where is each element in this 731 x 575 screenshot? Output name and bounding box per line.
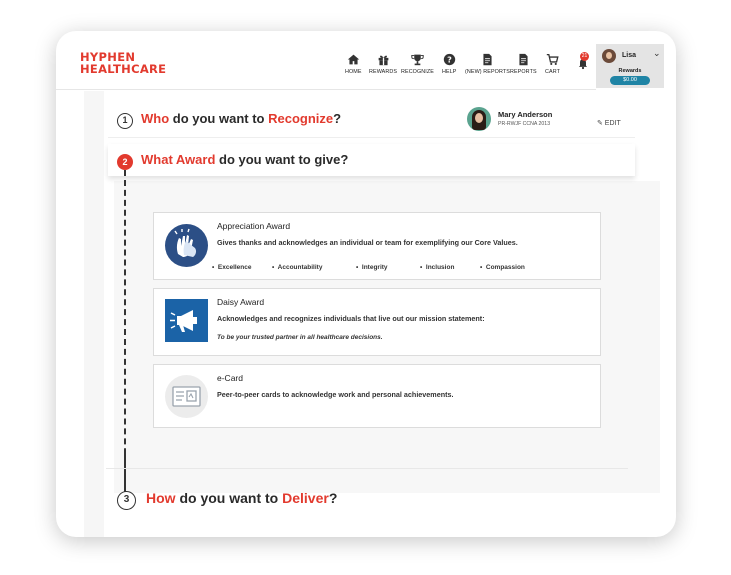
mission-statement: To be your trusted partner in all health…: [217, 334, 383, 341]
user-name: Lisa: [622, 52, 637, 59]
core-value: • Integrity: [356, 264, 388, 271]
recipient-name: Mary Anderson: [498, 110, 553, 119]
award-title: Appreciation Award: [217, 221, 291, 231]
progress-connector: [124, 170, 126, 494]
rewards-balance[interactable]: $0.00: [610, 76, 650, 85]
core-value: • Accountability: [272, 264, 323, 271]
document-icon: [519, 53, 528, 66]
step-3-title[interactable]: How do you want to Deliver?: [146, 490, 337, 506]
step-3-indicator: 3: [117, 491, 136, 510]
step-1-title[interactable]: Who do you want to Recognize?: [141, 111, 341, 126]
help-icon: ?: [443, 53, 455, 66]
award-title: Daisy Award: [217, 297, 265, 307]
rewards-label: Rewards: [618, 68, 642, 74]
notification-badge: 21: [580, 52, 589, 61]
nav-cart[interactable]: CART: [545, 53, 560, 85]
chevron-down-icon[interactable]: ⌄: [653, 48, 661, 59]
recipient-avatar: [467, 107, 491, 131]
left-gutter: [84, 91, 104, 537]
award-card-ecard[interactable]: e-Card Peer-to-peer cards to acknowledge…: [153, 364, 601, 428]
hands-clap-icon: [165, 224, 208, 267]
avatar: [602, 49, 616, 63]
nav-recognize[interactable]: RECOGNIZE: [401, 53, 434, 85]
award-card-daisy[interactable]: Daisy Award Acknowledges and recognizes …: [153, 288, 601, 356]
core-values-list: • Excellence • Accountability • Integrit…: [212, 264, 550, 271]
recipient-subtitle: PR-RWJF CCNA 2013: [498, 121, 551, 127]
edit-recipient-link[interactable]: ✎ EDIT: [597, 119, 621, 127]
nav-help[interactable]: ? HELP: [442, 53, 456, 85]
step-2-indicator: 2: [117, 154, 133, 170]
core-value: • Inclusion: [420, 264, 455, 271]
trophy-icon: [411, 54, 424, 66]
progress-connector-end: [124, 453, 126, 495]
award-title: e-Card: [217, 373, 243, 383]
top-navigation-bar: HYPHEN HEALTHCARE HOME REWARDS RECOGNIZE…: [56, 31, 676, 89]
core-value: • Excellence: [212, 264, 252, 271]
home-icon: [347, 54, 359, 65]
section-divider: [106, 468, 628, 469]
award-description: Gives thanks and acknowledges an individ…: [217, 238, 518, 247]
brand-logo[interactable]: HYPHEN HEALTHCARE: [80, 51, 166, 75]
app-card: HYPHEN HEALTHCARE HOME REWARDS RECOGNIZE…: [56, 31, 676, 537]
nav-rewards[interactable]: REWARDS: [369, 53, 397, 85]
document-icon: [483, 53, 492, 66]
svg-text:?: ?: [447, 54, 452, 64]
award-description: Acknowledges and recognizes individuals …: [217, 314, 485, 323]
nav-home[interactable]: HOME: [345, 53, 362, 85]
header-divider: [56, 89, 596, 90]
award-description: Peer-to-peer cards to acknowledge work a…: [217, 390, 454, 399]
ecard-icon: [165, 375, 208, 418]
nav-reports[interactable]: REPORTS: [510, 53, 537, 85]
megaphone-icon: [165, 299, 208, 342]
step-2-title: What Award do you want to give?: [141, 152, 349, 167]
core-value: • Compassion: [480, 264, 525, 271]
award-card-appreciation[interactable]: Appreciation Award Gives thanks and ackn…: [153, 212, 601, 280]
cart-icon: [546, 53, 559, 66]
user-menu[interactable]: Lisa ⌄ Rewards $0.00: [596, 44, 664, 88]
step-1-indicator: 1: [117, 113, 133, 129]
nav-new-reports[interactable]: (NEW) REPORTS: [465, 53, 510, 85]
gift-icon: [378, 55, 388, 66]
